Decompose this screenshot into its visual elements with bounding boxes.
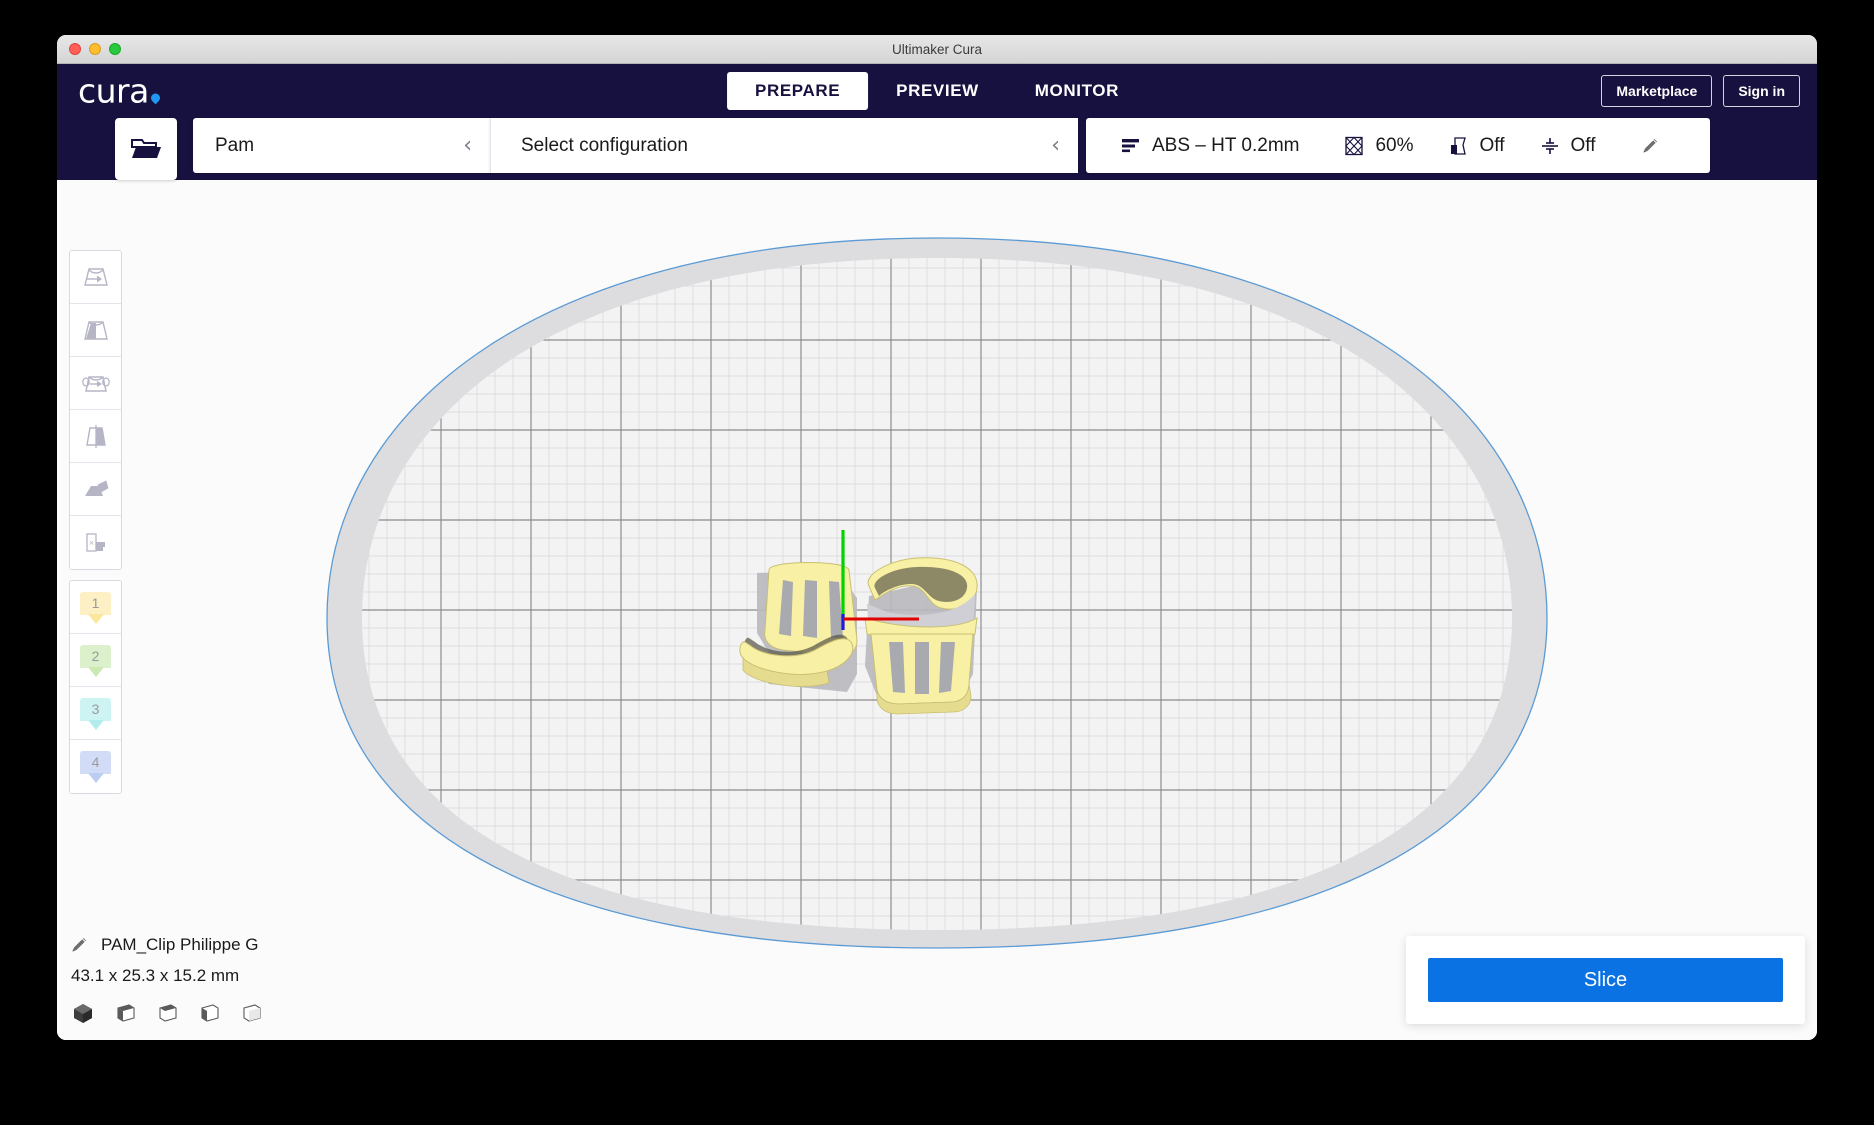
- stage-tabs: PREPARE PREVIEW MONITOR: [727, 72, 1147, 110]
- extruder-number-4: 4: [91, 754, 100, 770]
- extruder-number-3: 3: [91, 700, 100, 717]
- adhesion-value: Off: [1570, 134, 1596, 156]
- mirror-tool-button[interactable]: [70, 410, 121, 463]
- open-file-button[interactable]: [115, 118, 177, 180]
- window-titlebar: Ultimaker Cura: [57, 35, 1817, 64]
- marketplace-button[interactable]: Marketplace: [1601, 75, 1713, 107]
- sign-in-button[interactable]: Sign in: [1723, 75, 1800, 107]
- 3d-viewport[interactable]: × 1 2 3 4 PAM_Clip Philippe G 43.1 x 25.…: [57, 118, 1817, 1040]
- profile-label: ABS – HT 0.2mm: [1152, 134, 1300, 156]
- window-controls: [69, 35, 121, 63]
- extruder-number-1: 1: [91, 594, 100, 611]
- view-3d-icon[interactable]: [72, 1002, 94, 1024]
- print-setup-selector[interactable]: ABS – HT 0.2mm 60% Off Off: [1086, 118, 1710, 173]
- move-tool-button[interactable]: [70, 251, 121, 304]
- profile-group: ABS – HT 0.2mm: [1120, 135, 1299, 157]
- tab-prepare[interactable]: PREPARE: [727, 72, 869, 110]
- window-title: Ultimaker Cura: [891, 41, 983, 57]
- support-value: Off: [1479, 134, 1505, 156]
- model-name-row[interactable]: PAM_Clip Philippe G: [69, 935, 262, 955]
- cura-logo-text: cura: [78, 71, 149, 111]
- adhesion-group: Off: [1539, 135, 1596, 157]
- cura-logo: cura: [78, 71, 162, 111]
- extruder-button-2[interactable]: 2: [70, 634, 121, 687]
- adhesion-icon: [1541, 137, 1558, 154]
- tab-monitor[interactable]: MONITOR: [1007, 72, 1147, 110]
- model-name-label: PAM_Clip Philippe G: [101, 935, 259, 954]
- support-blocker-icon: ×: [85, 532, 105, 552]
- top-navigation-bar: cura PREPARE PREVIEW MONITOR Marketplace…: [57, 64, 1817, 118]
- infill-value: 60%: [1375, 134, 1414, 156]
- model-object-left: [739, 562, 858, 692]
- layer-height-icon: [1122, 138, 1139, 152]
- pencil-icon[interactable]: [69, 935, 89, 955]
- main-toolbar: Pam ‹ Select configuration ‹ ABS – HT 0.…: [57, 118, 1817, 180]
- view-front-icon[interactable]: [114, 1002, 136, 1024]
- move-tool-icon: [83, 268, 108, 286]
- per-model-settings-icon: [84, 480, 108, 496]
- extruder-button-3[interactable]: 3: [70, 687, 121, 740]
- support-icon: [1450, 136, 1466, 155]
- chevron-left-icon: ‹: [463, 132, 472, 158]
- machine-name: Pam: [215, 134, 255, 156]
- infill-group: 60%: [1343, 134, 1414, 157]
- model-dimensions-label: 43.1 x 25.3 x 15.2 mm: [71, 966, 240, 985]
- slice-button[interactable]: Slice: [1428, 958, 1783, 1002]
- svg-text:×: ×: [88, 539, 94, 547]
- scale-tool-button[interactable]: [70, 304, 121, 357]
- rotate-tool-button[interactable]: [70, 357, 121, 410]
- close-button[interactable]: [69, 43, 81, 55]
- scale-tool-icon: [83, 321, 108, 340]
- topnav-actions: Marketplace Sign in: [1601, 75, 1800, 107]
- minimize-button[interactable]: [89, 43, 101, 55]
- extruder-number-2: 2: [91, 647, 100, 664]
- extruder-button-4[interactable]: 4: [70, 740, 121, 793]
- support-blocker-tool-button[interactable]: ×: [70, 516, 121, 569]
- machine-selector[interactable]: Pam ‹: [193, 118, 490, 173]
- model-info-panel: PAM_Clip Philippe G 43.1 x 25.3 x 15.2 m…: [69, 935, 262, 1024]
- support-group: Off: [1448, 135, 1505, 157]
- mirror-tool-icon: [85, 425, 106, 448]
- view-left-icon[interactable]: [198, 1002, 220, 1024]
- action-panel: Slice: [1406, 936, 1805, 1024]
- rotate-tool-icon: [81, 376, 110, 392]
- configuration-label: Select configuration: [521, 134, 688, 156]
- configuration-selector[interactable]: Select configuration ‹: [490, 118, 1078, 173]
- cura-application-window: Ultimaker Cura cura PREPARE PREVIEW MONI…: [57, 35, 1817, 1040]
- extruder-button-1[interactable]: 1: [70, 581, 121, 634]
- tool-palette: ×: [69, 250, 122, 570]
- pencil-icon-toolbar[interactable]: [1640, 136, 1660, 156]
- extruder-selector: 1 2 3 4: [69, 580, 122, 794]
- tab-preview[interactable]: PREVIEW: [868, 72, 1007, 110]
- build-plate-render: [326, 237, 1548, 949]
- view-mode-buttons: [72, 1002, 262, 1024]
- chevron-left-icon-2: ‹: [1051, 132, 1060, 158]
- main-toolbar-backdrop: Pam ‹ Select configuration ‹ ABS – HT 0.…: [57, 118, 1817, 180]
- view-top-icon[interactable]: [156, 1002, 178, 1024]
- infill-icon: [1345, 136, 1364, 155]
- cura-logo-dot-icon: [148, 91, 162, 105]
- model-object-right: [864, 557, 978, 715]
- view-right-icon[interactable]: [240, 1002, 262, 1024]
- maximize-button[interactable]: [109, 43, 121, 55]
- open-folder-icon: [131, 139, 161, 158]
- per-model-settings-tool-button[interactable]: [70, 463, 121, 516]
